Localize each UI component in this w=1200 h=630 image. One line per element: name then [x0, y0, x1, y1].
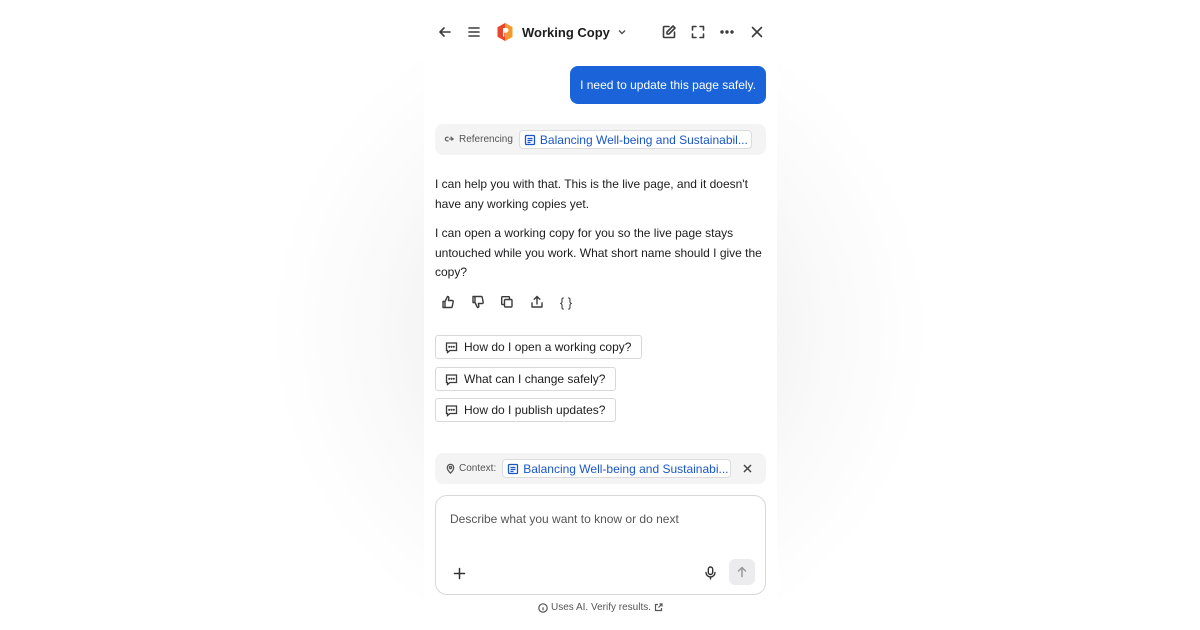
- arrow-up-icon: [737, 566, 747, 578]
- expand-icon: [691, 25, 705, 39]
- close-icon: [751, 26, 763, 38]
- referenced-doc-chip[interactable]: Balancing Well-being and Sustainabil...: [518, 130, 752, 149]
- new-chat-button[interactable]: [657, 20, 681, 44]
- chat-bubble-icon: [445, 373, 458, 386]
- panel-header: Working Copy: [424, 0, 777, 64]
- referencing-label: Referencing: [459, 134, 513, 145]
- backdrop: Working Copy I need to update this page …: [0, 0, 1200, 630]
- copy-button[interactable]: [496, 292, 518, 312]
- link-icon: [444, 136, 455, 142]
- hexagon-logo-icon: [497, 23, 513, 41]
- reply-paragraph: I can help you with that. This is the li…: [435, 177, 748, 211]
- disclaimer-text: Uses AI. Verify results.: [550, 602, 652, 613]
- more-icon: [720, 30, 734, 34]
- share-icon: [530, 295, 543, 308]
- back-button[interactable]: [433, 20, 457, 44]
- user-message: I need to update this page safely.: [570, 66, 766, 104]
- thumbs-up-icon: [442, 295, 454, 309]
- document-icon: [524, 134, 536, 145]
- thumbs-up-button[interactable]: [437, 292, 459, 312]
- voice-input-button[interactable]: [700, 563, 720, 583]
- chevron-down-icon: [618, 29, 626, 35]
- context-doc-chip[interactable]: Balancing Well-being and Sustainabi...: [502, 459, 732, 478]
- share-button[interactable]: [526, 292, 548, 312]
- referenced-doc-title: Balancing Well-being and Sustainabil...: [539, 132, 748, 147]
- context-doc-title: Balancing Well-being and Sustainabi...: [523, 461, 729, 476]
- context-bar: Context: Balancing Well-being and Sustai…: [435, 453, 766, 484]
- external-link-icon[interactable]: [654, 603, 663, 612]
- assistant-reply: I can help you with that. This is the li…: [435, 175, 765, 293]
- more-button[interactable]: [715, 20, 739, 44]
- suggestion-label: What can I change safely?: [464, 372, 606, 386]
- menu-button[interactable]: [462, 20, 486, 44]
- referencing-bar: Referencing Balancing Well-being and Sus…: [435, 124, 766, 155]
- suggestion-label: How do I open a working copy?: [464, 340, 632, 354]
- close-icon: [743, 464, 751, 472]
- workspace-switcher[interactable]: Working Copy: [496, 20, 628, 44]
- assistant-panel: Working Copy I need to update this page …: [424, 0, 777, 630]
- thumbs-down-button[interactable]: [467, 292, 489, 312]
- copy-icon: [501, 296, 513, 308]
- info-icon: [538, 602, 548, 613]
- microphone-icon: [704, 566, 716, 580]
- suggestion-chip[interactable]: How do I publish updates?: [435, 398, 617, 422]
- context-label: Context:: [459, 463, 497, 474]
- suggestion-chip[interactable]: What can I change safely?: [435, 367, 617, 391]
- document-icon: [508, 463, 519, 474]
- location-pin-icon: [446, 463, 455, 474]
- send-button[interactable]: [729, 559, 755, 585]
- page-title: Working Copy: [522, 24, 610, 40]
- plus-icon: [453, 567, 465, 579]
- add-attachment-button[interactable]: [450, 564, 468, 582]
- json-braces-button[interactable]: { }: [555, 292, 577, 312]
- ai-disclaimer: Uses AI. Verify results.: [424, 602, 777, 613]
- close-button[interactable]: [745, 20, 769, 44]
- suggestion-label: How do I publish updates?: [464, 403, 606, 417]
- message-input[interactable]: [450, 512, 750, 552]
- thumbs-down-icon: [471, 295, 484, 309]
- reply-paragraph: I can open a working copy for you so the…: [435, 226, 762, 279]
- reply-actions: { }: [437, 292, 585, 312]
- remove-context-button[interactable]: [740, 461, 754, 475]
- message-composer: [435, 495, 766, 595]
- suggestion-chip[interactable]: How do I open a working copy?: [435, 335, 643, 359]
- chat-bubble-icon: [445, 341, 458, 354]
- expand-button[interactable]: [686, 20, 710, 44]
- json-braces-icon: { }: [559, 294, 573, 310]
- new-chat-icon: [662, 25, 676, 39]
- arrow-left-icon: [439, 27, 451, 37]
- hamburger-menu-icon: [468, 27, 480, 37]
- chat-bubble-icon: [445, 404, 458, 417]
